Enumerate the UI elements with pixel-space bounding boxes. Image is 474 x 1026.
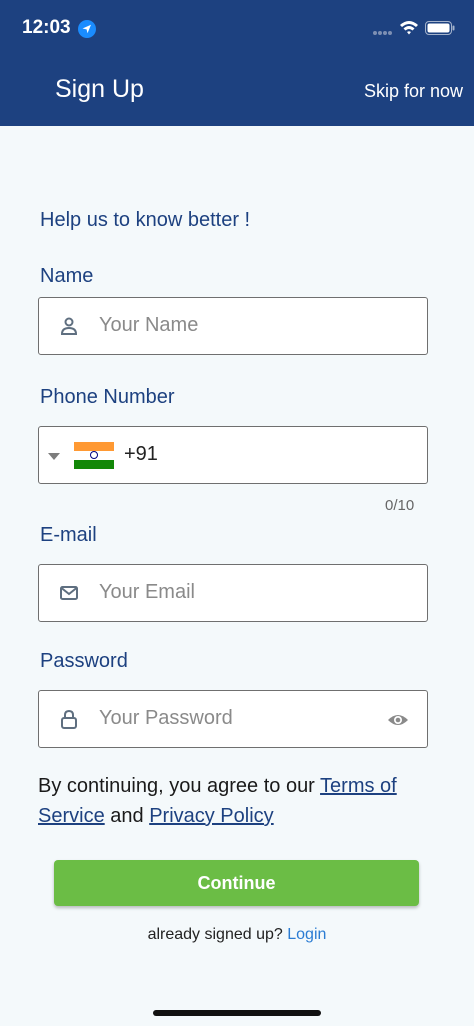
password-label: Password	[40, 650, 128, 672]
dial-code: +91	[124, 443, 158, 465]
terms-text: By continuing, you agree to our Terms of…	[38, 771, 438, 831]
name-placeholder: Your Name	[99, 314, 199, 336]
login-prompt: already signed up? Login	[0, 926, 474, 944]
lock-icon	[61, 709, 77, 729]
password-input[interactable]: Your Password	[38, 690, 428, 748]
intro-text: Help us to know better !	[40, 209, 251, 231]
phone-char-counter: 0/10	[385, 497, 415, 514]
terms-conjunction: and	[104, 805, 150, 827]
wifi-icon	[400, 21, 418, 35]
phone-input[interactable]: +91	[38, 426, 428, 484]
skip-button[interactable]: Skip for now	[364, 81, 463, 102]
phone-label: Phone Number	[40, 386, 175, 408]
mail-icon	[60, 586, 78, 600]
status-time: 12:03	[22, 17, 71, 38]
login-link[interactable]: Login	[287, 926, 326, 943]
continue-button[interactable]: Continue	[54, 860, 419, 906]
email-label: E-mail	[40, 524, 97, 546]
page-title: Sign Up	[55, 75, 144, 103]
eye-icon[interactable]	[387, 711, 409, 729]
person-icon	[60, 317, 78, 335]
battery-icon	[425, 21, 455, 35]
terms-prefix: By continuing, you agree to our	[38, 775, 321, 797]
chevron-down-icon[interactable]	[48, 453, 60, 460]
signal-icon	[373, 31, 392, 35]
already-signed-up-text: already signed up?	[147, 926, 283, 943]
location-arrow-icon	[78, 20, 96, 38]
name-input[interactable]: Your Name	[38, 297, 428, 355]
app-header: 12:03 Sign Up Skip for now	[0, 0, 474, 126]
privacy-policy-link[interactable]: Privacy Policy	[149, 805, 273, 827]
home-indicator[interactable]	[153, 1010, 321, 1016]
password-placeholder: Your Password	[99, 707, 233, 729]
email-input[interactable]: Your Email	[38, 564, 428, 622]
name-label: Name	[40, 265, 94, 287]
india-flag-icon[interactable]	[74, 442, 114, 469]
email-placeholder: Your Email	[99, 581, 195, 603]
